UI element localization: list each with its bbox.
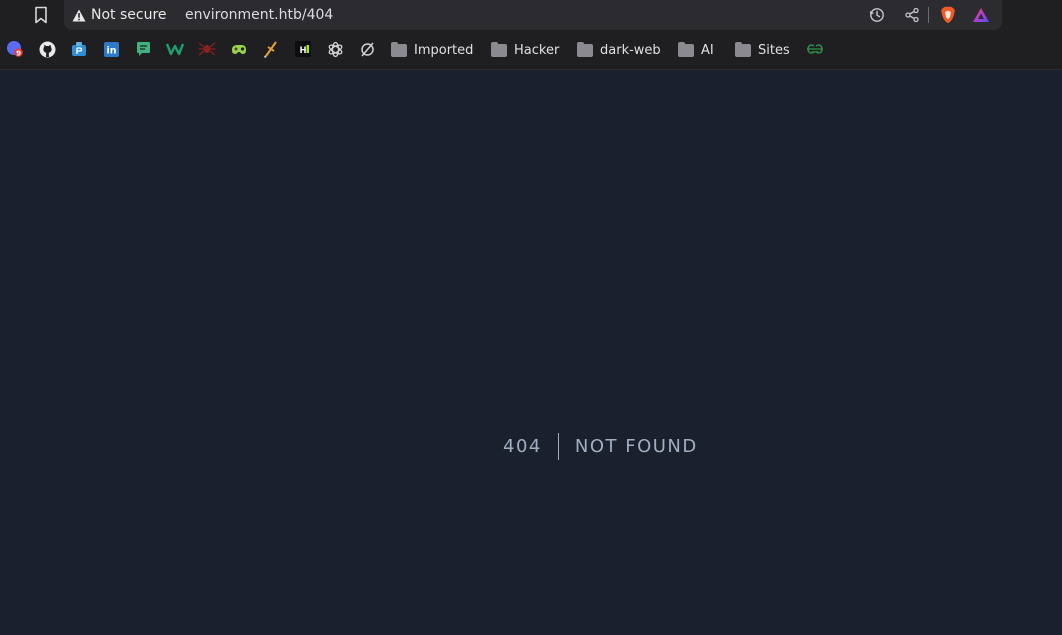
toolbar-divider	[928, 7, 929, 23]
address-bar[interactable]: Not secure environment.htb/404	[64, 0, 1002, 30]
folder-icon	[678, 41, 694, 57]
folder-icon	[491, 41, 507, 57]
bookmark-folder-label: dark-web	[600, 42, 661, 58]
ring-icon[interactable]	[358, 40, 376, 58]
share-icon[interactable]	[902, 5, 922, 25]
bookmark-folder-ai[interactable]: AI	[678, 38, 714, 62]
folder-icon	[391, 41, 407, 57]
sword-icon[interactable]	[262, 40, 280, 58]
warning-icon	[72, 9, 86, 21]
bookmark-folder-label: Imported	[414, 42, 474, 58]
folder-icon	[577, 41, 593, 57]
playstation-icon[interactable]	[70, 40, 88, 58]
svg-text:in: in	[106, 45, 116, 56]
bookmark-page-icon[interactable]	[31, 5, 51, 25]
w-icon[interactable]	[166, 40, 184, 58]
security-indicator[interactable]: Not secure	[72, 0, 167, 30]
mail-icon[interactable]: 9	[6, 40, 24, 58]
history-icon[interactable]	[867, 5, 887, 25]
folder-icon	[735, 41, 751, 57]
page-content: 404 NOT FOUND	[0, 70, 1062, 635]
url-text[interactable]: environment.htb/404	[185, 0, 333, 30]
bookmarks-bar: 9 in H Imported Hacker dark-web AI Sites	[0, 38, 1062, 62]
github-icon[interactable]	[38, 40, 56, 58]
openai-icon[interactable]	[326, 40, 344, 58]
brave-shields-icon[interactable]	[938, 5, 958, 25]
browser-toolbar: Not secure environment.htb/404 9 in H Im…	[0, 0, 1062, 70]
error-block: 404 NOT FOUND	[503, 432, 698, 460]
hackthebox-icon[interactable]: H	[294, 40, 312, 58]
error-code: 404	[503, 435, 542, 457]
error-message: NOT FOUND	[574, 435, 698, 457]
game-icon[interactable]	[230, 40, 248, 58]
bookmark-folder-label: AI	[701, 42, 714, 58]
bookmark-folder-sites[interactable]: Sites	[735, 38, 790, 62]
bookmark-folder-label: Sites	[758, 42, 790, 58]
brave-rewards-icon[interactable]	[971, 5, 991, 25]
linkedin-icon[interactable]: in	[102, 40, 120, 58]
bookmark-folder-label: Hacker	[514, 42, 560, 58]
bookmark-folder-imported[interactable]: Imported	[391, 38, 473, 62]
bookmark-folder-dark-web[interactable]: dark-web	[577, 38, 661, 62]
spider-icon[interactable]	[198, 40, 216, 58]
svg-text:H: H	[299, 46, 306, 56]
security-label: Not secure	[91, 7, 167, 23]
geeksforgeeks-icon[interactable]	[806, 40, 824, 58]
svg-text:9: 9	[16, 49, 21, 57]
chat-icon[interactable]	[134, 40, 152, 58]
bookmark-folder-hacker[interactable]: Hacker	[491, 38, 559, 62]
